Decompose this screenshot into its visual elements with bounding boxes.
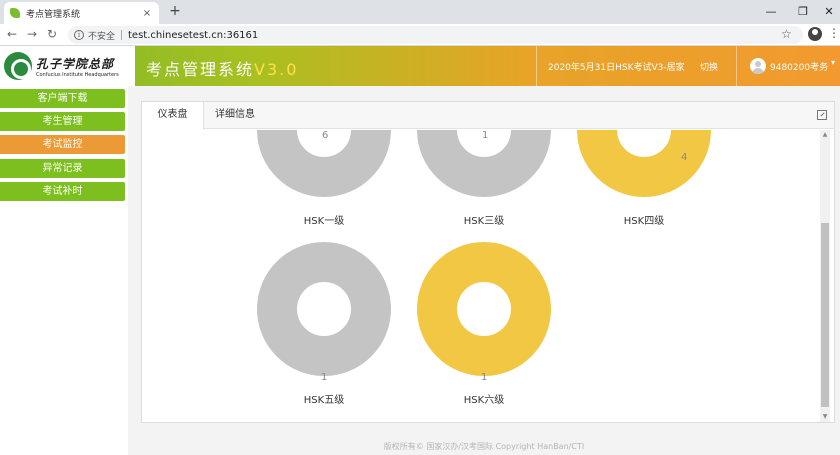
donut-hole xyxy=(297,282,351,336)
sidebar: 客户端下载 考生管理 考试监控 异常记录 考试补时 xyxy=(0,86,128,455)
info-icon[interactable]: i xyxy=(74,30,84,40)
app-header: 孔子学院总部 Confucius Institute Headquarters … xyxy=(0,46,840,86)
menu-icon[interactable]: ⋮ xyxy=(828,26,840,40)
logo[interactable]: 孔子学院总部 Confucius Institute Headquarters xyxy=(0,46,135,86)
system-title: 考点管理系统V3.0 xyxy=(146,56,298,80)
header-divider xyxy=(736,46,737,86)
chart-viewport: 6 HSK一级 1 HSK三级 4 HSK四级 1 HSK五级 1 HSK六级 xyxy=(142,130,818,422)
donut-chart[interactable]: 6 xyxy=(257,130,391,197)
donut-category-label: HSK一级 xyxy=(303,216,345,227)
scrollbar[interactable]: ▲ ▼ xyxy=(820,130,830,422)
donut-value-label: 1 xyxy=(482,130,489,141)
donut-category-label: HSK三级 xyxy=(463,216,505,227)
user-menu[interactable]: 9480200考务 xyxy=(770,60,828,73)
tab-dashboard[interactable]: 仪表盘 xyxy=(142,102,204,130)
close-window-button[interactable]: ✕ xyxy=(816,3,840,21)
tab-details[interactable]: 详细信息 xyxy=(204,102,266,129)
profile-icon[interactable] xyxy=(808,27,822,41)
logo-english-text: Confucius Institute Headquarters xyxy=(36,71,119,78)
donut-category-label: HSK六级 xyxy=(463,395,505,406)
donut-chart[interactable]: 4 xyxy=(577,130,711,197)
browser-tab-bar: 考点管理系统 × + — ❐ ✕ xyxy=(0,0,840,24)
donut-chart[interactable]: 1 xyxy=(417,130,551,197)
browser-tab[interactable]: 考点管理系统 × xyxy=(4,2,159,24)
header-divider xyxy=(536,46,537,86)
security-label[interactable]: 不安全 xyxy=(88,29,115,42)
close-tab-icon[interactable]: × xyxy=(141,8,153,19)
url-text[interactable]: test.chinesetest.cn:36161 xyxy=(128,30,258,41)
panel-tab-bar: 仪表盘 详细信息 xyxy=(142,102,834,130)
donut-category-label: HSK五级 xyxy=(303,395,345,406)
address-bar: ← → ↻ i 不安全 test.chinesetest.cn:36161 ☆ … xyxy=(0,24,840,46)
user-avatar[interactable] xyxy=(750,58,766,74)
logo-chinese-text: 孔子学院总部 xyxy=(36,56,115,71)
donut-category-label: HSK四级 xyxy=(623,216,665,227)
sidebar-item-client-download[interactable]: 客户端下载 xyxy=(0,89,125,108)
scrollbar-thumb[interactable] xyxy=(821,223,829,407)
leaf-favicon-icon xyxy=(10,8,20,18)
footer-copyright: 版权所有© 国家汉办/汉考国际 Copyright HanBan/CTI xyxy=(128,438,840,455)
back-button[interactable]: ← xyxy=(4,26,20,42)
browser-tab-title: 考点管理系统 xyxy=(26,9,81,20)
new-tab-button[interactable]: + xyxy=(166,3,184,21)
star-icon[interactable]: ☆ xyxy=(781,27,792,41)
url-input[interactable]: i 不安全 test.chinesetest.cn:36161 xyxy=(68,26,803,44)
main-content: 仪表盘 详细信息 6 HSK一级 1 HSK三级 4 HSK四级 1 HSK五级 1 HSK六级 … xyxy=(128,86,840,438)
sidebar-item-exam-monitoring[interactable]: 考试监控 xyxy=(0,135,125,154)
sidebar-item-exception-records[interactable]: 异常记录 xyxy=(0,159,125,178)
minimize-button[interactable]: — xyxy=(758,3,784,21)
logo-text: 孔子学院总部 Confucius Institute Headquarters xyxy=(36,55,119,78)
donut-hole xyxy=(617,130,671,157)
donut-value-label: 6 xyxy=(322,130,329,141)
chevron-down-icon[interactable]: ▾ xyxy=(831,58,835,67)
system-title-text: 考点管理系统 xyxy=(146,60,255,79)
donut-chart[interactable]: 1 xyxy=(417,242,551,383)
donut-hole xyxy=(457,282,511,336)
dashboard-panel: 仪表盘 详细信息 6 HSK一级 1 HSK三级 4 HSK四级 1 HSK五级 1 HSK六级 … xyxy=(141,101,835,423)
reload-button[interactable]: ↻ xyxy=(44,26,60,42)
switch-exam-button[interactable]: 切换 xyxy=(700,60,718,73)
expand-icon[interactable] xyxy=(817,110,827,120)
sidebar-item-extra-time[interactable]: 考试补时 xyxy=(0,182,125,201)
confucius-logo-icon xyxy=(4,52,32,80)
donut-value-label: 4 xyxy=(681,152,688,163)
exam-info: 2020年5月31日HSK考试V3-居家 xyxy=(548,63,685,73)
scroll-up-icon[interactable]: ▲ xyxy=(820,130,830,140)
forward-button[interactable]: → xyxy=(24,26,40,42)
maximize-button[interactable]: ❐ xyxy=(790,3,816,21)
donut-chart[interactable]: 1 xyxy=(257,242,391,383)
sidebar-item-candidate-management[interactable]: 考生管理 xyxy=(0,112,125,131)
system-version: V3.0 xyxy=(254,60,299,79)
donut-value-label: 1 xyxy=(321,372,328,383)
donut-value-label: 1 xyxy=(481,372,488,383)
url-divider xyxy=(121,30,123,40)
scroll-down-icon[interactable]: ▼ xyxy=(820,412,830,422)
